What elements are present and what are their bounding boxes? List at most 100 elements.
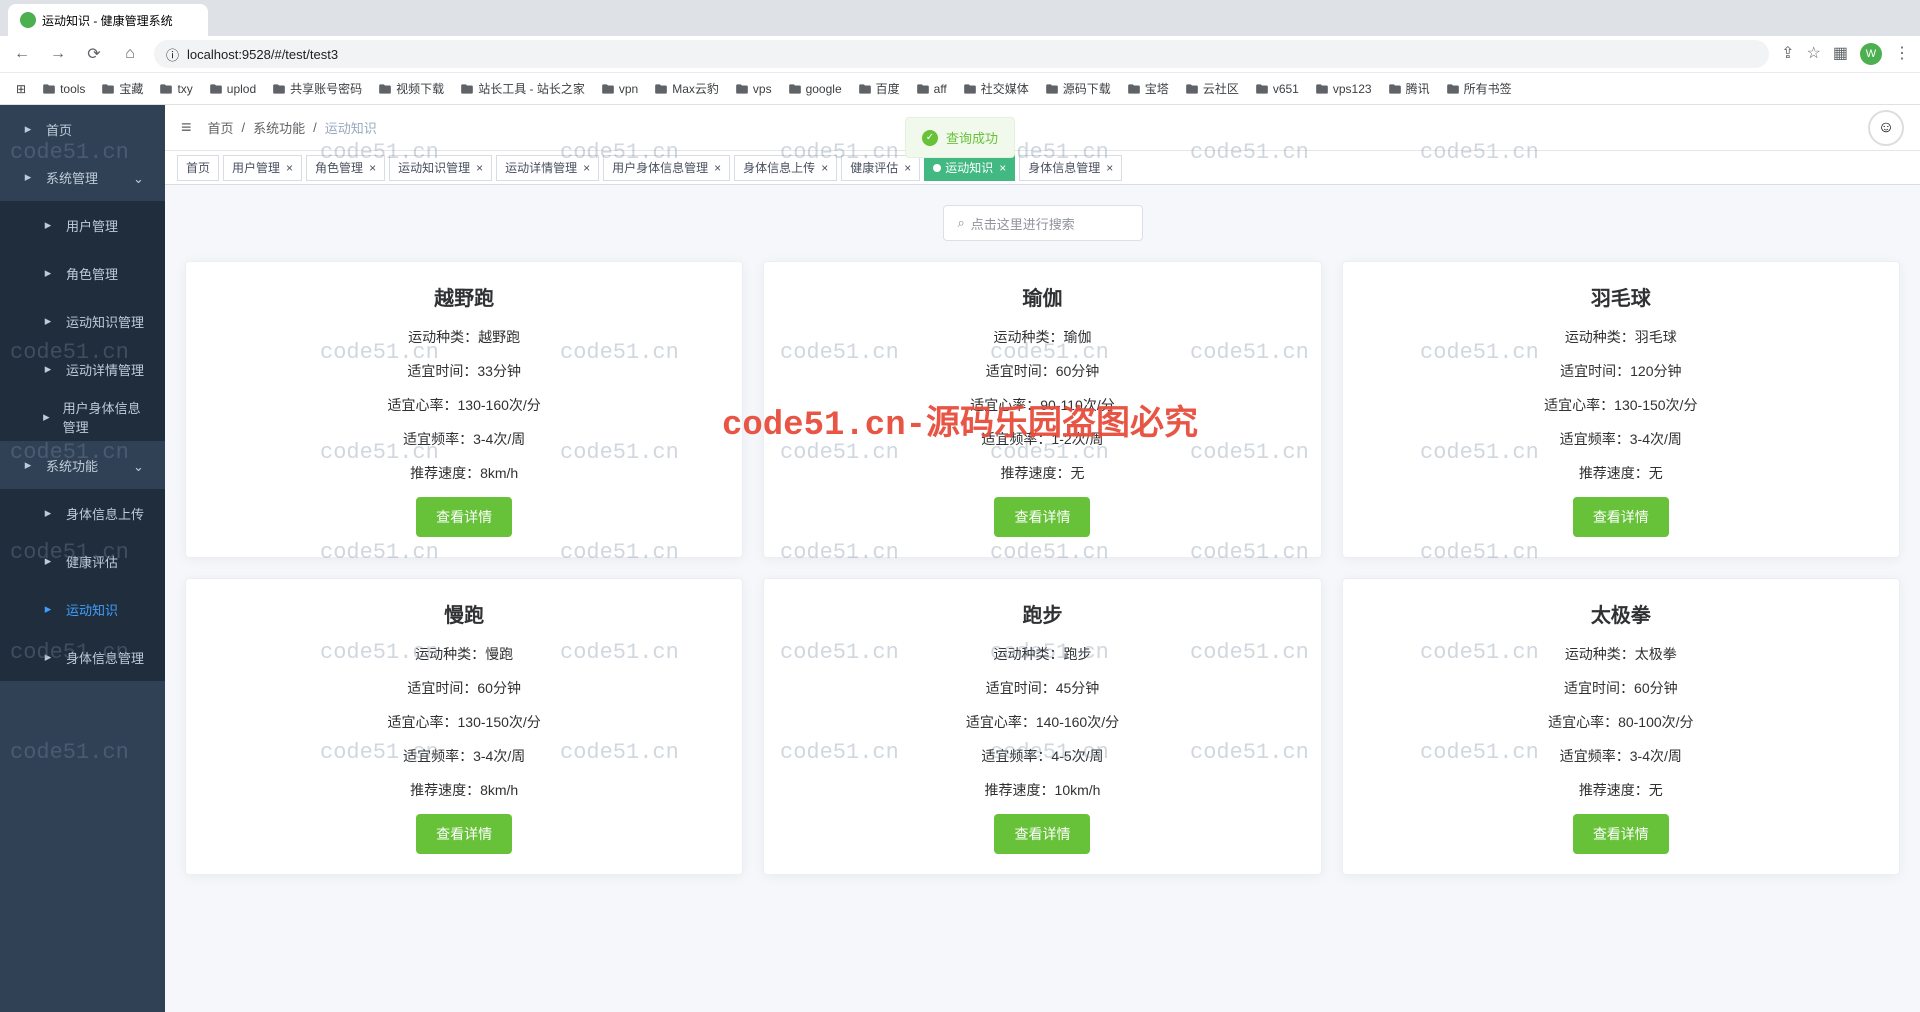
bookmark-item[interactable]: uplod <box>203 78 262 100</box>
bookmark-item[interactable]: vps123 <box>1309 78 1378 100</box>
detail-icon: ▸ <box>40 361 56 377</box>
bookmark-item[interactable]: vps <box>729 78 778 100</box>
bookmark-item[interactable]: 宝藏 <box>95 76 149 101</box>
toast-success: ✓ 查询成功 <box>905 117 1015 158</box>
back-button[interactable]: ← <box>10 42 34 66</box>
func-icon: ▸ <box>20 457 36 473</box>
share-icon[interactable]: ⇪ <box>1781 43 1794 65</box>
bookmark-item[interactable]: 百度 <box>852 76 906 101</box>
view-detail-button[interactable]: 查看详情 <box>1573 497 1669 537</box>
bookmark-item[interactable]: Max云豹 <box>648 76 725 101</box>
bookmark-item[interactable]: 腾讯 <box>1382 76 1436 101</box>
breadcrumb-item[interactable]: 系统功能 <box>253 118 305 137</box>
browser-chrome: 运动知识 - 健康管理系统 ← → ⟳ ⌂ ⓘ localhost:9528/#… <box>0 0 1920 105</box>
tab-健康评估[interactable]: 健康评估× <box>841 155 920 181</box>
close-icon[interactable]: × <box>583 161 590 175</box>
sidebar-item-label: 运动知识 <box>66 600 118 619</box>
folder-icon <box>209 82 223 96</box>
sidebar-item-user[interactable]: ▸用户管理 <box>0 201 165 249</box>
tab-运动知识[interactable]: 运动知识× <box>924 155 1015 181</box>
tab-身体信息上传[interactable]: 身体信息上传 × <box>734 155 837 181</box>
url-actions: ⇪ ☆ ▦ W ⋮ <box>1781 43 1910 65</box>
tab-运动详情管理[interactable]: 运动详情管理× <box>496 155 599 181</box>
manage-icon: ▸ <box>40 649 56 665</box>
bookmark-item[interactable]: vpn <box>595 78 644 100</box>
reload-button[interactable]: ⟳ <box>82 42 106 66</box>
sidebar-item-detail[interactable]: ▸ 运动详情管理 <box>0 345 165 393</box>
bookmark-item[interactable]: aff <box>910 78 953 100</box>
card-speed: 推荐速度：8km/h <box>206 780 722 800</box>
sidebar-item-upload[interactable]: ▸身体信息上传 <box>0 489 165 537</box>
view-detail-button[interactable]: 查看详情 <box>416 497 512 537</box>
close-icon[interactable]: × <box>286 161 293 175</box>
sidebar-item-sport[interactable]: ▸运动知识管理 <box>0 297 165 345</box>
sidebar-item-label: 首页 <box>46 120 72 139</box>
sidebar-item-health[interactable]: ▸健康评估 <box>0 537 165 585</box>
bookmark-item[interactable]: txy <box>153 78 198 100</box>
close-icon[interactable]: × <box>476 161 483 175</box>
star-icon[interactable]: ☆ <box>1807 43 1821 65</box>
view-detail-button[interactable]: 查看详情 <box>1573 814 1669 854</box>
search-input[interactable]: ⌕ 点击这里进行搜索 <box>943 205 1143 241</box>
url-input[interactable]: ⓘ localhost:9528/#/test/test3 <box>154 40 1769 68</box>
main-area: ≡ 首页/ 系统功能/ 运动知识 ☺ ✓ 查询成功 首页用户管理×角色管理×运动… <box>165 105 1920 1012</box>
apps-icon[interactable]: ⊞ <box>10 78 32 100</box>
card-frequency: 适宜频率：3-4次/周 <box>206 746 722 766</box>
tab-用户管理[interactable]: 用户管理× <box>223 155 302 181</box>
card-type: 运动种类：慢跑 <box>206 644 722 664</box>
forward-button[interactable]: → <box>46 42 70 66</box>
close-icon[interactable]: × <box>821 161 828 175</box>
browser-tab[interactable]: 运动知识 - 健康管理系统 <box>8 4 208 36</box>
bookmark-item[interactable]: tools <box>36 78 91 100</box>
bookmark-item[interactable]: 共享账号密码 <box>266 76 368 101</box>
tab-身体信息管理[interactable]: 身体信息管理 × <box>1019 155 1122 181</box>
avatar[interactable]: ☺ <box>1868 110 1904 146</box>
folder-icon <box>916 82 930 96</box>
home-button[interactable]: ⌂ <box>118 42 142 66</box>
card-title: 慢跑 <box>206 599 722 628</box>
sidebar-item-gear[interactable]: ▸系统管理⌄ <box>0 153 165 201</box>
tab-label: 运动知识管理 <box>398 159 470 176</box>
view-detail-button[interactable]: 查看详情 <box>994 497 1090 537</box>
profile-icon[interactable]: W <box>1860 43 1882 65</box>
sidebar-item-body[interactable]: ▸用户身体信息管理 <box>0 393 165 441</box>
bookmark-item[interactable]: 视频下载 <box>372 76 450 101</box>
bookmark-item[interactable]: 站长工具 - 站长之家 <box>454 76 591 101</box>
close-icon[interactable]: × <box>714 161 721 175</box>
bookmark-item[interactable]: 所有书签 <box>1440 76 1518 101</box>
breadcrumb-item[interactable]: 首页 <box>208 118 234 137</box>
tab-首页[interactable]: 首页 <box>177 155 219 181</box>
close-icon[interactable]: × <box>1106 161 1113 175</box>
bookmark-item[interactable]: v651 <box>1249 78 1305 100</box>
bookmark-item[interactable]: google <box>782 78 848 100</box>
card-frequency: 适宜频率：1-2次/周 <box>784 429 1300 449</box>
sidebar-item-dashboard[interactable]: ▸首页 <box>0 105 165 153</box>
gear-icon: ▸ <box>20 169 36 185</box>
sidebar-item-manage[interactable]: ▸身体信息管理 <box>0 633 165 681</box>
sport-card: 羽毛球运动种类：羽毛球适宜时间：120分钟适宜心率：130-150次/分适宜频率… <box>1342 261 1900 558</box>
menu-icon[interactable]: ⋮ <box>1894 43 1910 65</box>
hamburger-icon[interactable]: ≡ <box>181 117 192 138</box>
tab-运动知识管理[interactable]: 运动知识管理 × <box>389 155 492 181</box>
bookmark-item[interactable]: 社交媒体 <box>957 76 1035 101</box>
tab-角色管理[interactable]: 角色管理× <box>306 155 385 181</box>
sidebar-item-role[interactable]: ▸角色管理 <box>0 249 165 297</box>
card-frequency: 适宜频率：3-4次/周 <box>1363 746 1879 766</box>
folder-icon <box>654 82 668 96</box>
sidebar-item-func[interactable]: ▸系统功能⌄ <box>0 441 165 489</box>
view-detail-button[interactable]: 查看详情 <box>416 814 512 854</box>
view-detail-button[interactable]: 查看详情 <box>994 814 1090 854</box>
bookmark-item[interactable]: 云社区 <box>1179 76 1245 101</box>
tab-用户身体信息管理[interactable]: 用户身体信息管理× <box>603 155 730 181</box>
sidebar-item-label: 运动详情管理 <box>66 360 144 379</box>
close-icon[interactable]: × <box>369 161 376 175</box>
close-icon[interactable]: × <box>999 161 1006 175</box>
close-icon[interactable]: × <box>904 161 911 175</box>
bookmark-item[interactable]: 源码下载 <box>1039 76 1117 101</box>
sidebar-item-bulb[interactable]: ▸运动知识 <box>0 585 165 633</box>
tab-label: 身体信息上传 <box>743 159 815 176</box>
bookmark-item[interactable]: 宝塔 <box>1121 76 1175 101</box>
extensions-icon[interactable]: ▦ <box>1833 43 1848 65</box>
tab-label: 身体信息管理 <box>1028 159 1100 176</box>
card-title: 跑步 <box>784 599 1300 628</box>
